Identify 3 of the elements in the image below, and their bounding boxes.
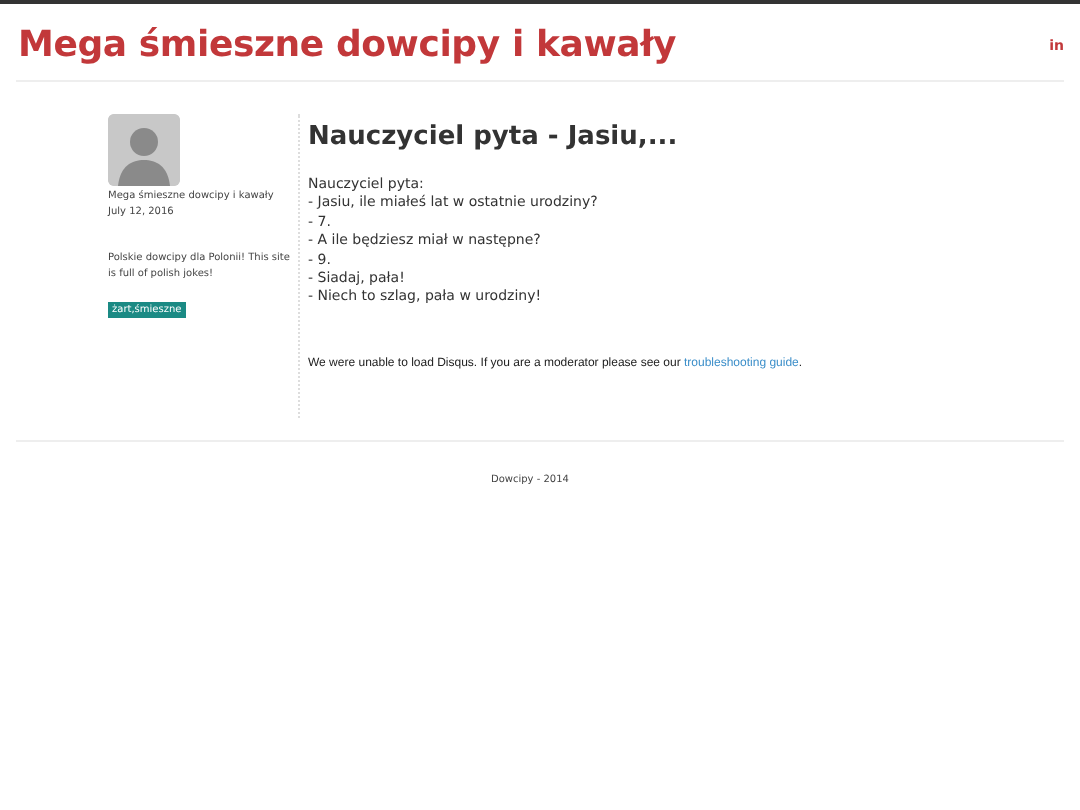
site-title[interactable]: Mega śmieszne dowcipy i kawały: [18, 24, 677, 66]
avatar-icon: [108, 114, 180, 186]
post-title: Nauczyciel pyta - Jasiu,...: [308, 122, 680, 152]
